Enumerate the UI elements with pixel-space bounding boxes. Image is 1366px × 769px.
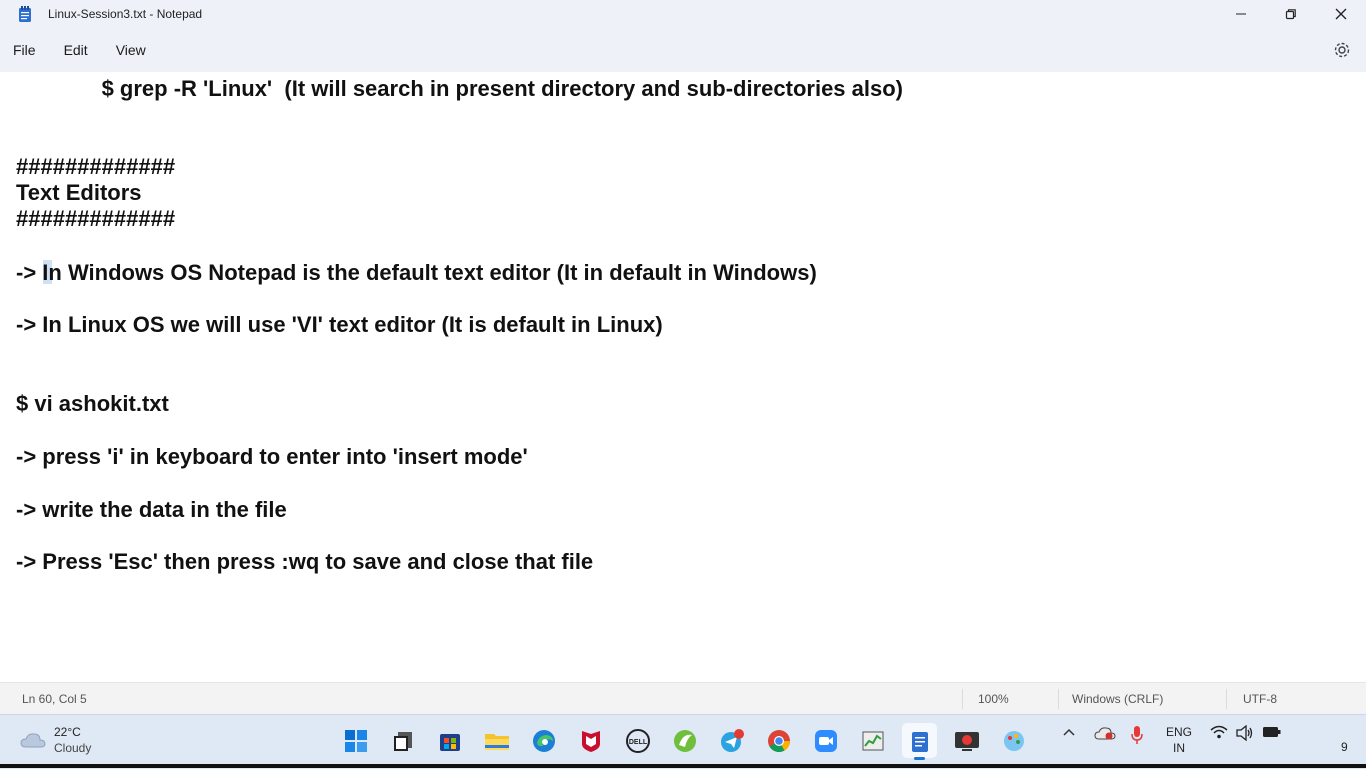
title-bar: Linux-Session3.txt - Notepad — [0, 0, 1366, 28]
files-icon[interactable] — [385, 723, 420, 758]
windows-start-icon[interactable] — [338, 723, 373, 758]
cursor-position: Ln 60, Col 5 — [22, 692, 87, 706]
close-icon — [1335, 8, 1347, 20]
svg-text:DELL: DELL — [628, 739, 647, 746]
text-editor-area[interactable]: $ grep -R 'Linux' (It will search in pre… — [0, 72, 1366, 682]
window-title: Linux-Session3.txt - Notepad — [48, 7, 203, 21]
editor-line: $ vi ashokit.txt — [16, 391, 169, 416]
region-code: IN — [1173, 741, 1185, 755]
volume-icon[interactable] — [1236, 725, 1254, 741]
menu-view[interactable]: View — [116, 36, 146, 64]
editor-line: -> In Windows OS Notepad is the default … — [16, 260, 817, 285]
weather-widget[interactable]: 22°C Cloudy — [20, 724, 91, 756]
zoom-icon[interactable] — [808, 723, 843, 758]
editor-line: $ grep -R 'Linux' (It will search in pre… — [16, 76, 903, 101]
editor-line: -> write the data in the file — [16, 497, 287, 522]
status-bar: Ln 60, Col 5 100% Windows (CRLF) UTF-8 — [0, 682, 1366, 715]
cloud-icon — [20, 733, 46, 748]
line-ending: Windows (CRLF) — [1072, 692, 1164, 706]
language-code: ENG — [1166, 725, 1193, 739]
dell-icon[interactable]: DELL — [620, 723, 655, 758]
notepad-taskbar-icon[interactable] — [902, 723, 937, 760]
mcafee-icon[interactable] — [573, 723, 608, 758]
weather-condition: Cloudy — [54, 741, 92, 755]
editor-line: Text Editors — [16, 180, 142, 205]
taskbar: 22°C Cloudy DELL ENG IN 9 — [0, 714, 1366, 769]
editor-line: ############# — [16, 154, 176, 179]
editor-line: -> In Linux OS we will use 'VI' text edi… — [16, 312, 663, 337]
minimize-button[interactable] — [1216, 0, 1266, 28]
greenshot-icon[interactable] — [667, 723, 702, 758]
store-icon[interactable] — [432, 723, 467, 758]
zoom-level: 100% — [978, 692, 1009, 706]
chrome-icon[interactable] — [761, 723, 796, 758]
editor-line: ############# — [16, 206, 176, 231]
notepad-icon — [18, 6, 32, 22]
tray-overflow-chevron-icon[interactable] — [1062, 725, 1076, 739]
onedrive-cloud-icon[interactable] — [1094, 725, 1116, 741]
menu-file[interactable]: File — [13, 36, 36, 64]
menu-edit[interactable]: Edit — [64, 36, 88, 64]
restore-icon — [1285, 9, 1296, 20]
language-indicator[interactable]: ENG IN — [1166, 724, 1192, 756]
editor-line: -> Press 'Esc' then press :wq to save an… — [16, 549, 594, 574]
wifi-icon[interactable] — [1210, 725, 1228, 739]
paint-icon[interactable] — [996, 723, 1031, 758]
screen-bottom-edge — [0, 764, 1366, 768]
restore-button[interactable] — [1266, 0, 1316, 28]
close-button[interactable] — [1316, 0, 1366, 28]
clock[interactable]: 9 — [1341, 740, 1348, 754]
encoding: UTF-8 — [1243, 692, 1277, 706]
editor-line: -> press 'i' in keyboard to enter into '… — [16, 444, 528, 469]
microphone-icon[interactable] — [1130, 725, 1144, 745]
file-explorer-icon[interactable] — [479, 723, 514, 758]
menu-bar: File Edit View — [0, 28, 1366, 72]
battery-icon[interactable] — [1262, 725, 1282, 739]
settings-gear-icon[interactable] — [1332, 40, 1352, 60]
task-manager-icon[interactable] — [855, 723, 890, 758]
minimize-icon — [1236, 13, 1246, 15]
snip-icon[interactable] — [949, 723, 984, 758]
edge-icon[interactable] — [526, 723, 561, 758]
weather-temp: 22°C — [54, 725, 81, 739]
telegram-icon[interactable] — [714, 723, 749, 758]
